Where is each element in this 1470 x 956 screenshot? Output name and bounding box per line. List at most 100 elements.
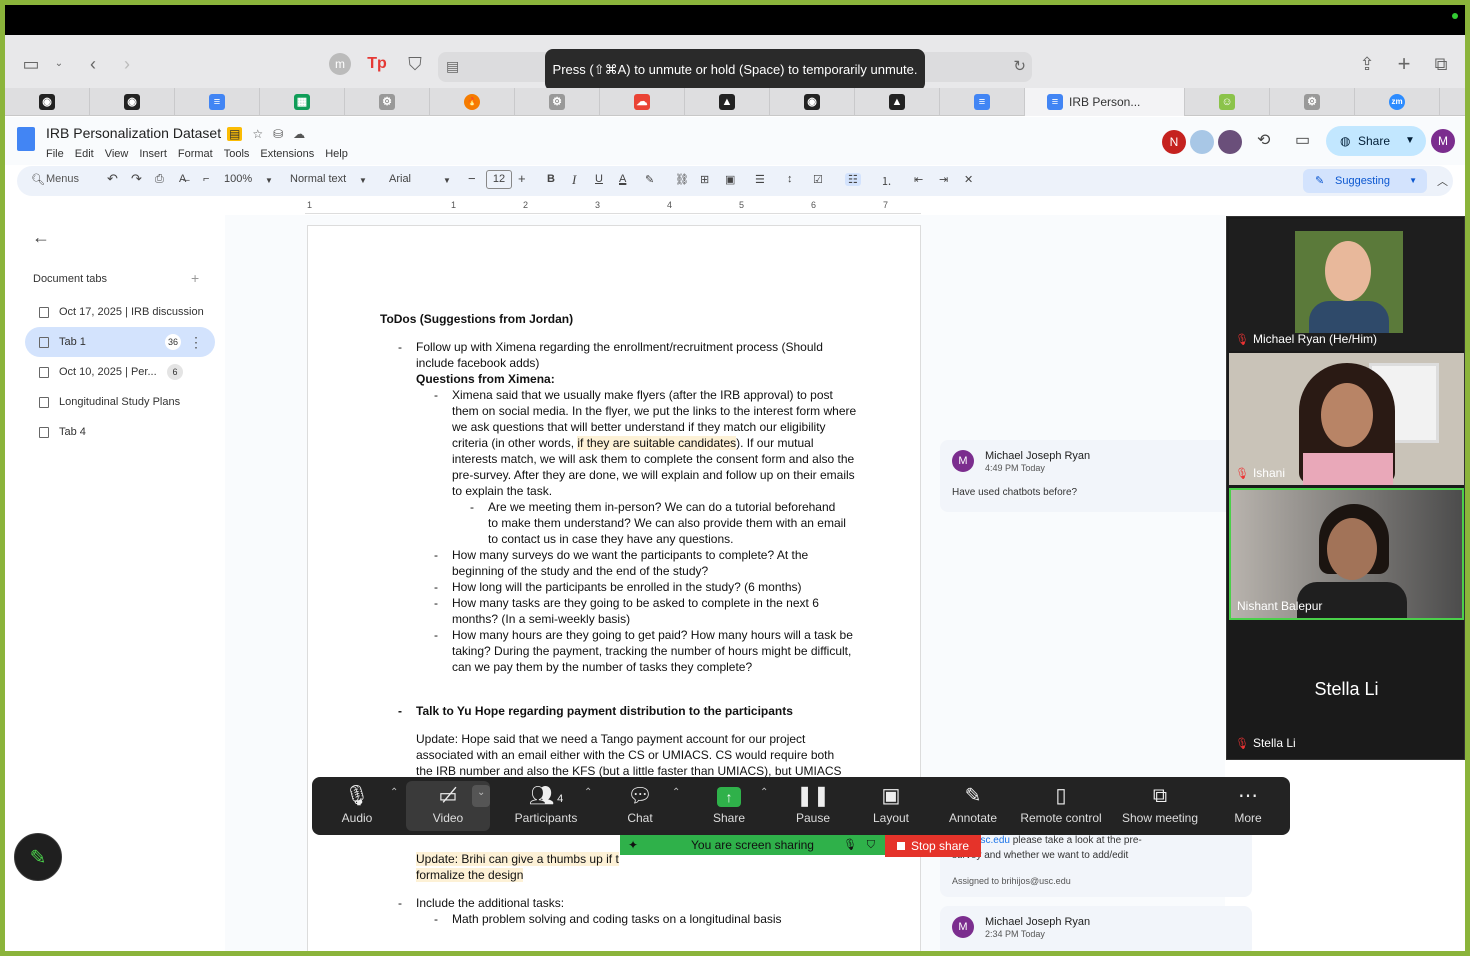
decrease-size-button[interactable]: − xyxy=(468,171,476,186)
browser-tab[interactable]: ≡ xyxy=(940,88,1025,116)
browser-tab[interactable]: ⚙ xyxy=(515,88,600,116)
share-options-button[interactable]: ▼ xyxy=(1395,126,1425,156)
back-button[interactable]: ‹ xyxy=(81,53,105,75)
collapse-toolbar-icon[interactable]: ︿ xyxy=(1437,173,1448,189)
document-tab[interactable]: Tab 4 xyxy=(25,417,215,447)
browser-tab[interactable]: zm xyxy=(1355,88,1440,116)
star-icon[interactable]: ☆ xyxy=(252,127,263,141)
comment-card[interactable]: M Michael Joseph Ryan 2:34 PM Today xyxy=(940,906,1252,951)
more-options-icon[interactable]: ⋮ xyxy=(189,327,203,357)
menu-view[interactable]: View xyxy=(105,148,129,160)
print-icon[interactable]: ⎙ xyxy=(155,173,164,186)
document-tab[interactable]: Oct 17, 2025 | IRB discussion xyxy=(25,297,215,327)
more-button[interactable]: ⋯ More xyxy=(1220,781,1276,831)
menus-search[interactable]: Menus xyxy=(46,173,79,185)
style-select[interactable]: Normal text xyxy=(290,173,346,185)
browser-tab[interactable]: ◉ xyxy=(770,88,855,116)
suggested-highlight[interactable]: if they are suitable candidates xyxy=(577,436,737,450)
browser-tab[interactable]: ☺ xyxy=(1185,88,1270,116)
collaborator-avatar[interactable]: N xyxy=(1162,130,1186,154)
insert-image-icon[interactable]: ▣ xyxy=(725,173,735,186)
tab-overview-icon[interactable]: ⧉ xyxy=(1429,53,1453,75)
menu-help[interactable]: Help xyxy=(325,148,348,160)
spellcheck-icon[interactable]: A̶ xyxy=(179,173,186,185)
tp-extension-icon[interactable]: Tp xyxy=(365,53,389,75)
increase-indent-icon[interactable]: ⇥ xyxy=(939,173,948,186)
document-tab[interactable]: Tab 1 36 ⋮ xyxy=(25,327,215,357)
paint-format-icon[interactable]: ⌐ xyxy=(203,173,209,185)
numbered-list-icon[interactable]: ⒈ xyxy=(881,173,892,189)
browser-tab[interactable]: ⚙ xyxy=(345,88,430,116)
document-title[interactable]: IRB Personalization Dataset xyxy=(46,125,221,141)
pause-share-button[interactable]: ❚❚ Pause xyxy=(788,781,838,831)
menu-tools[interactable]: Tools xyxy=(224,148,250,160)
add-tab-icon[interactable]: + xyxy=(191,270,199,286)
document-tab[interactable]: Oct 10, 2025 | Per... 6 xyxy=(25,357,215,387)
label-icon[interactable]: ▤ xyxy=(227,127,243,141)
checklist-icon[interactable]: ☑ xyxy=(813,173,823,186)
browser-tab[interactable]: ▲ xyxy=(855,88,940,116)
collaborator-avatar[interactable] xyxy=(1218,130,1242,154)
browser-tab[interactable]: 🔥 xyxy=(430,88,515,116)
browser-tab[interactable]: ☁ xyxy=(600,88,685,116)
zoom-select[interactable]: 100% xyxy=(224,173,252,185)
document-body[interactable]: ToDos (Suggestions from Jordan) Follow u… xyxy=(380,311,860,927)
account-avatar[interactable]: M xyxy=(1431,129,1455,153)
participants-options-button[interactable]: ⌃ xyxy=(576,781,592,831)
editing-mode-select[interactable]: ✎ Suggesting ▼ xyxy=(1303,169,1427,193)
redo-icon[interactable]: ↷ xyxy=(131,171,142,187)
comment-card[interactable]: M Michael Joseph Ryan 4:49 PM Today Have… xyxy=(940,440,1252,512)
font-select[interactable]: Arial xyxy=(389,173,411,185)
share-page-icon[interactable]: ⇪ xyxy=(1355,53,1379,75)
participant-tile-active-speaker[interactable]: Nishant Balepur xyxy=(1229,488,1464,620)
shield-icon[interactable]: ⛉ xyxy=(403,53,427,75)
comment-card[interactable]: jos@usc.edu please take a look at the pr… xyxy=(940,827,1252,897)
browser-tab[interactable]: ⚙ xyxy=(1270,88,1355,116)
annotate-fab-icon[interactable]: ✎ xyxy=(14,833,62,881)
sidebar-toggle-icon[interactable]: ▭ xyxy=(19,53,43,75)
font-size-input[interactable]: 12 xyxy=(486,170,512,189)
participant-tile[interactable]: 🎙︎ Ishani xyxy=(1229,353,1464,485)
undo-icon[interactable]: ↶ xyxy=(107,171,118,187)
participants-button[interactable]: 👥︎ 4 Participants xyxy=(506,781,586,831)
bulleted-list-icon[interactable]: ☷ xyxy=(845,173,861,186)
chat-button[interactable]: 💬︎ Chat xyxy=(616,781,664,831)
clear-formatting-icon[interactable]: ✕ xyxy=(964,173,973,186)
comments-icon[interactable]: ▭ xyxy=(1295,130,1310,150)
back-arrow-icon[interactable]: ← xyxy=(32,227,50,248)
line-spacing-icon[interactable]: ↕ xyxy=(787,173,793,185)
add-comment-icon[interactable]: ⊞ xyxy=(700,173,709,186)
share-screen-button[interactable]: ↑ Share xyxy=(704,781,754,831)
text-color-button[interactable]: A xyxy=(619,173,626,185)
video-options-button[interactable]: ⌄ xyxy=(472,785,490,807)
ruler[interactable]: 1 1 2 3 4 5 6 7 xyxy=(305,200,921,214)
share-options-button[interactable]: ⌃ xyxy=(752,781,768,831)
audio-button[interactable]: 🎙︎ Audio xyxy=(332,781,382,831)
new-tab-icon[interactable]: + xyxy=(1392,53,1416,75)
align-icon[interactable]: ☰ xyxy=(755,173,765,186)
menu-edit[interactable]: Edit xyxy=(75,148,94,160)
stop-share-button[interactable]: Stop share xyxy=(885,835,981,857)
remote-control-button[interactable]: ▯ Remote control xyxy=(1016,781,1106,831)
browser-tab[interactable]: ◉ xyxy=(90,88,175,116)
increase-size-button[interactable]: + xyxy=(518,171,526,186)
browser-tab[interactable]: ◉ xyxy=(1440,88,1465,116)
google-docs-logo-icon[interactable] xyxy=(17,127,35,151)
menu-insert[interactable]: Insert xyxy=(139,148,167,160)
participant-tile[interactable]: 🎙︎ Michael Ryan (He/Him) xyxy=(1229,219,1464,351)
layout-button[interactable]: ▣ Layout xyxy=(866,781,916,831)
participant-tile[interactable]: Stella Li 🎙︎ Stella Li xyxy=(1229,623,1464,755)
collaborator-avatar[interactable] xyxy=(1190,130,1214,154)
move-icon[interactable]: ⛁ xyxy=(273,127,283,141)
link-icon[interactable]: ⛓ xyxy=(675,173,689,186)
italic-button[interactable]: I xyxy=(572,172,576,188)
reload-icon[interactable]: ↻ xyxy=(1013,57,1026,75)
profile-extension-icon[interactable]: m xyxy=(329,53,351,75)
browser-tab[interactable]: ▦ xyxy=(260,88,345,116)
menu-extensions[interactable]: Extensions xyxy=(260,148,314,160)
bold-button[interactable]: B xyxy=(547,173,555,185)
highlight-icon[interactable]: ✎ xyxy=(645,173,654,186)
audio-options-button[interactable]: ⌃ xyxy=(382,781,398,831)
show-meeting-button[interactable]: ⧉ Show meeting xyxy=(1118,781,1202,831)
menu-file[interactable]: File xyxy=(46,148,64,160)
